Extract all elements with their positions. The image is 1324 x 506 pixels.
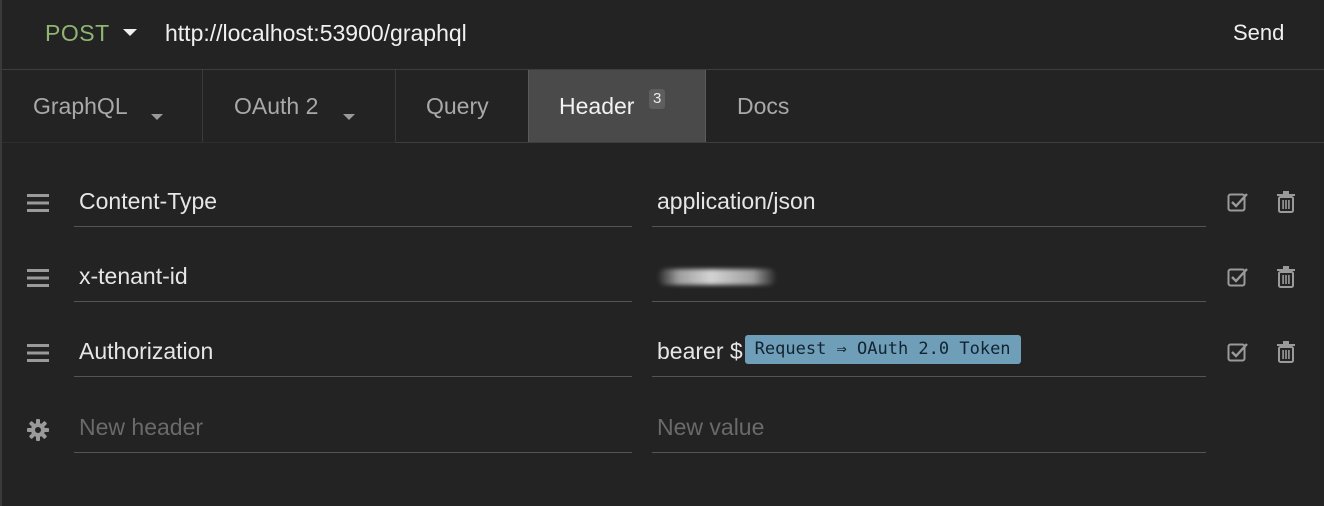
header-name-field[interactable]: x-tenant-id — [74, 253, 632, 302]
caret-down-icon — [150, 101, 164, 128]
tab-label: Header — [559, 93, 635, 119]
drag-handle-icon[interactable] — [27, 269, 49, 292]
send-button[interactable]: Send — [1233, 20, 1284, 46]
tab-graphql[interactable]: GraphQL — [2, 70, 203, 143]
header-value-field[interactable]: application/json — [652, 178, 1206, 227]
drag-handle-icon[interactable] — [27, 194, 49, 217]
redacted-value — [657, 269, 777, 285]
header-value: application/json — [657, 188, 816, 214]
tab-label: Docs — [737, 93, 790, 119]
trash-icon[interactable] — [1277, 266, 1295, 293]
method-dropdown[interactable]: POST — [45, 20, 110, 47]
header-name: Authorization — [79, 338, 214, 364]
header-name-field[interactable]: Authorization — [74, 328, 632, 377]
url-input[interactable]: http://localhost:53900/graphql — [165, 20, 467, 47]
tab-oauth2[interactable]: OAuth 2 — [203, 70, 396, 143]
gear-icon[interactable] — [27, 419, 49, 446]
tab-header[interactable]: Header 3 — [528, 70, 706, 142]
caret-down-icon — [342, 101, 356, 128]
header-row: x-tenant-id — [0, 253, 1324, 327]
drag-handle-icon[interactable] — [27, 344, 49, 367]
checkbox-checked-icon[interactable] — [1227, 341, 1249, 368]
placeholder: New value — [657, 414, 765, 440]
tab-query[interactable]: Query — [396, 70, 528, 142]
header-value-field[interactable]: bearer $ Request ⇒ OAuth 2.0 Token — [652, 328, 1206, 377]
header-value-field[interactable] — [652, 253, 1206, 302]
request-tabs: GraphQL OAuth 2 Query Header 3 Docs — [2, 70, 1324, 143]
header-count-badge: 3 — [649, 89, 666, 109]
trash-icon[interactable] — [1277, 191, 1295, 218]
tab-label: OAuth 2 — [234, 93, 319, 119]
tab-docs[interactable]: Docs — [706, 70, 836, 142]
new-header-value-input[interactable]: New value — [652, 404, 1206, 453]
tab-label: GraphQL — [33, 93, 128, 119]
checkbox-checked-icon[interactable] — [1227, 191, 1249, 218]
checkbox-checked-icon[interactable] — [1227, 266, 1249, 293]
header-row: Authorization bearer $ Request ⇒ OAuth 2.… — [0, 328, 1324, 402]
trash-icon[interactable] — [1277, 341, 1295, 368]
header-name: x-tenant-id — [79, 263, 188, 289]
tab-label: Query — [426, 93, 489, 119]
placeholder: New header — [79, 414, 204, 440]
header-value-prefix: bearer $ — [657, 338, 743, 364]
header-row: Content-Type application/json — [0, 178, 1324, 252]
template-tag[interactable]: Request ⇒ OAuth 2.0 Token — [744, 335, 1021, 365]
url-bar: POST http://localhost:53900/graphql Send — [2, 0, 1324, 70]
caret-down-icon[interactable] — [122, 25, 138, 43]
new-header-row: New header New value — [0, 404, 1324, 478]
header-name: Content-Type — [79, 188, 218, 214]
new-header-name-input[interactable]: New header — [74, 404, 632, 453]
header-name-field[interactable]: Content-Type — [74, 178, 632, 227]
header-value: bearer $ Request ⇒ OAuth 2.0 Token — [657, 335, 1021, 367]
